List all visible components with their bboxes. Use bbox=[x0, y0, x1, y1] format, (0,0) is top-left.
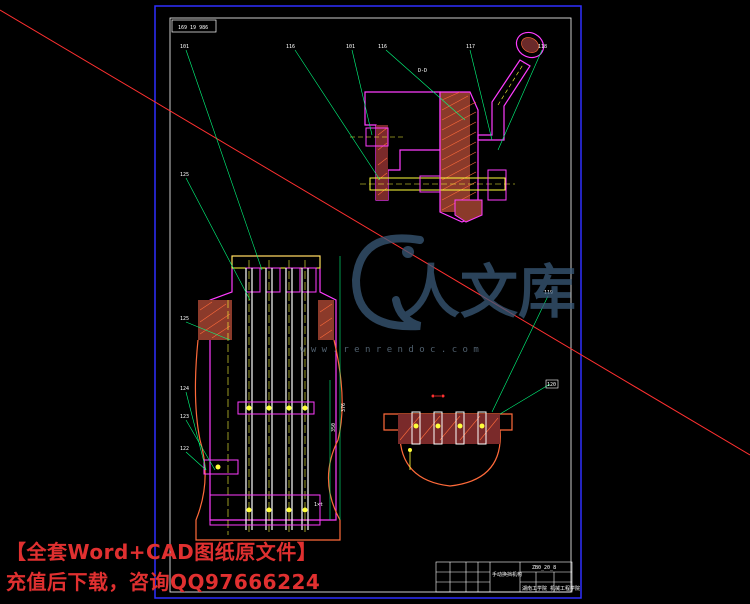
part-number-6: 118 bbox=[538, 44, 547, 50]
part-number-4: 116 bbox=[378, 44, 387, 50]
dimension-350: 350 bbox=[331, 423, 337, 432]
dimension-tol: 1×t bbox=[314, 502, 323, 508]
part-number-7: 125 bbox=[180, 172, 189, 178]
section-label: D-D bbox=[418, 68, 427, 74]
title-block-name: 手动换挡机构 bbox=[492, 571, 522, 578]
detail-label-mark bbox=[431, 394, 445, 398]
cad-drawing-canvas: 169 19 986 D-D 376 350 1×t 101 116 101 1… bbox=[0, 0, 750, 604]
dimension-376: 376 bbox=[341, 403, 347, 412]
title-tag-label: 169 19 986 bbox=[178, 25, 208, 31]
part-number-2: 116 bbox=[286, 44, 295, 50]
part-number-10: 123 bbox=[180, 414, 189, 420]
watermark: 人文库 w w w . r e n r e n d o c . c o m bbox=[300, 234, 576, 355]
title-block-school: 湖南工学院 bbox=[522, 585, 547, 592]
part-number-11: 122 bbox=[180, 446, 189, 452]
part-number-1: 101 bbox=[180, 44, 189, 50]
lower-assembly: 376 350 1×t bbox=[194, 255, 347, 541]
part-number-9: 124 bbox=[180, 386, 189, 392]
promo-banner-line2: 充值后下载，咨询QQ97666224 bbox=[6, 570, 321, 594]
cad-drawing: 169 19 986 D-D 376 350 1×t 101 116 101 1… bbox=[0, 5, 750, 599]
watermark-domain: w w w . r e n r e n d o c . c o m bbox=[300, 345, 479, 355]
watermark-brand: 人文库 bbox=[402, 258, 576, 326]
title-block-number: ZB0_20_8 bbox=[532, 565, 556, 571]
part-number-13: 120 bbox=[547, 382, 556, 388]
part-number-8: 125 bbox=[180, 316, 189, 322]
part-number-5: 117 bbox=[466, 44, 475, 50]
title-block-sheet: 机械工程学院 bbox=[550, 585, 580, 592]
part-number-3: 101 bbox=[346, 44, 355, 50]
upper-assembly: D-D bbox=[350, 31, 545, 223]
detail-view bbox=[383, 394, 513, 487]
promo-banner-line1: 【全套Word+CAD图纸原文件】 bbox=[6, 540, 318, 564]
diagonal-red-line bbox=[0, 9, 750, 456]
